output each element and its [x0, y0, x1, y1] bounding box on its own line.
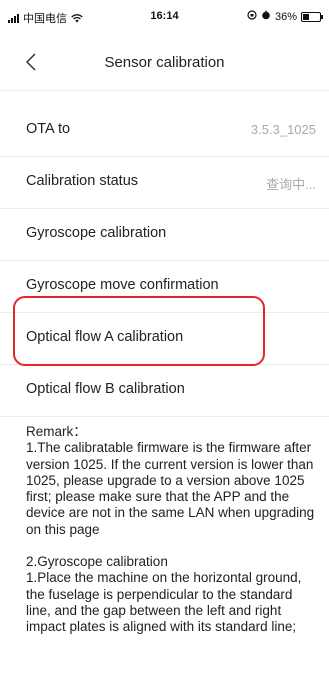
status-bar: 中国电信 16:14 36%: [0, 0, 329, 34]
row-value: 查询中...: [266, 177, 316, 192]
row-value: 3.5.3_1025: [250, 122, 316, 137]
remark-title: Remark：: [26, 424, 87, 439]
row-gyroscope-calibration[interactable]: Gyroscope calibration: [0, 208, 329, 261]
page-title: Sensor calibration: [104, 54, 225, 71]
row-label: Optical flow B calibration: [26, 381, 185, 397]
row-optical-flow-a-calibration[interactable]: Optical flow A calibration: [0, 312, 329, 365]
row-label: Calibration status: [26, 173, 139, 189]
battery-percent: 36%: [274, 10, 297, 23]
row-gyroscope-move-confirmation[interactable]: Gyroscope move confirmation: [0, 260, 329, 313]
row-label: OTA to: [26, 121, 71, 137]
row-optical-flow-b-calibration[interactable]: Optical flow B calibration: [0, 364, 329, 417]
row-label: Optical flow A calibration: [26, 329, 184, 345]
row-ota-to[interactable]: OTA to 3.5.3_1025: [0, 104, 329, 157]
battery-icon: [301, 11, 323, 22]
remark-section-2-step-1: 1.Place the machine on the horizontal gr…: [26, 570, 302, 635]
remark-section: Remark： 1.The calibratable firmware is t…: [26, 424, 316, 636]
row-label: Gyroscope calibration: [26, 225, 167, 241]
remark-paragraph-1: 1.The calibratable firmware is the firmw…: [26, 440, 315, 537]
alarm-icon: [261, 10, 271, 23]
navigation-bar: Sensor calibration: [0, 34, 329, 91]
row-label: Gyroscope move confirmation: [26, 277, 219, 293]
row-calibration-status[interactable]: Calibration status 查询中...: [0, 156, 329, 209]
remark-section-2-title: 2.Gyroscope calibration: [26, 554, 168, 570]
rotation-lock-icon: [247, 10, 257, 23]
status-right: 36%: [247, 10, 323, 23]
